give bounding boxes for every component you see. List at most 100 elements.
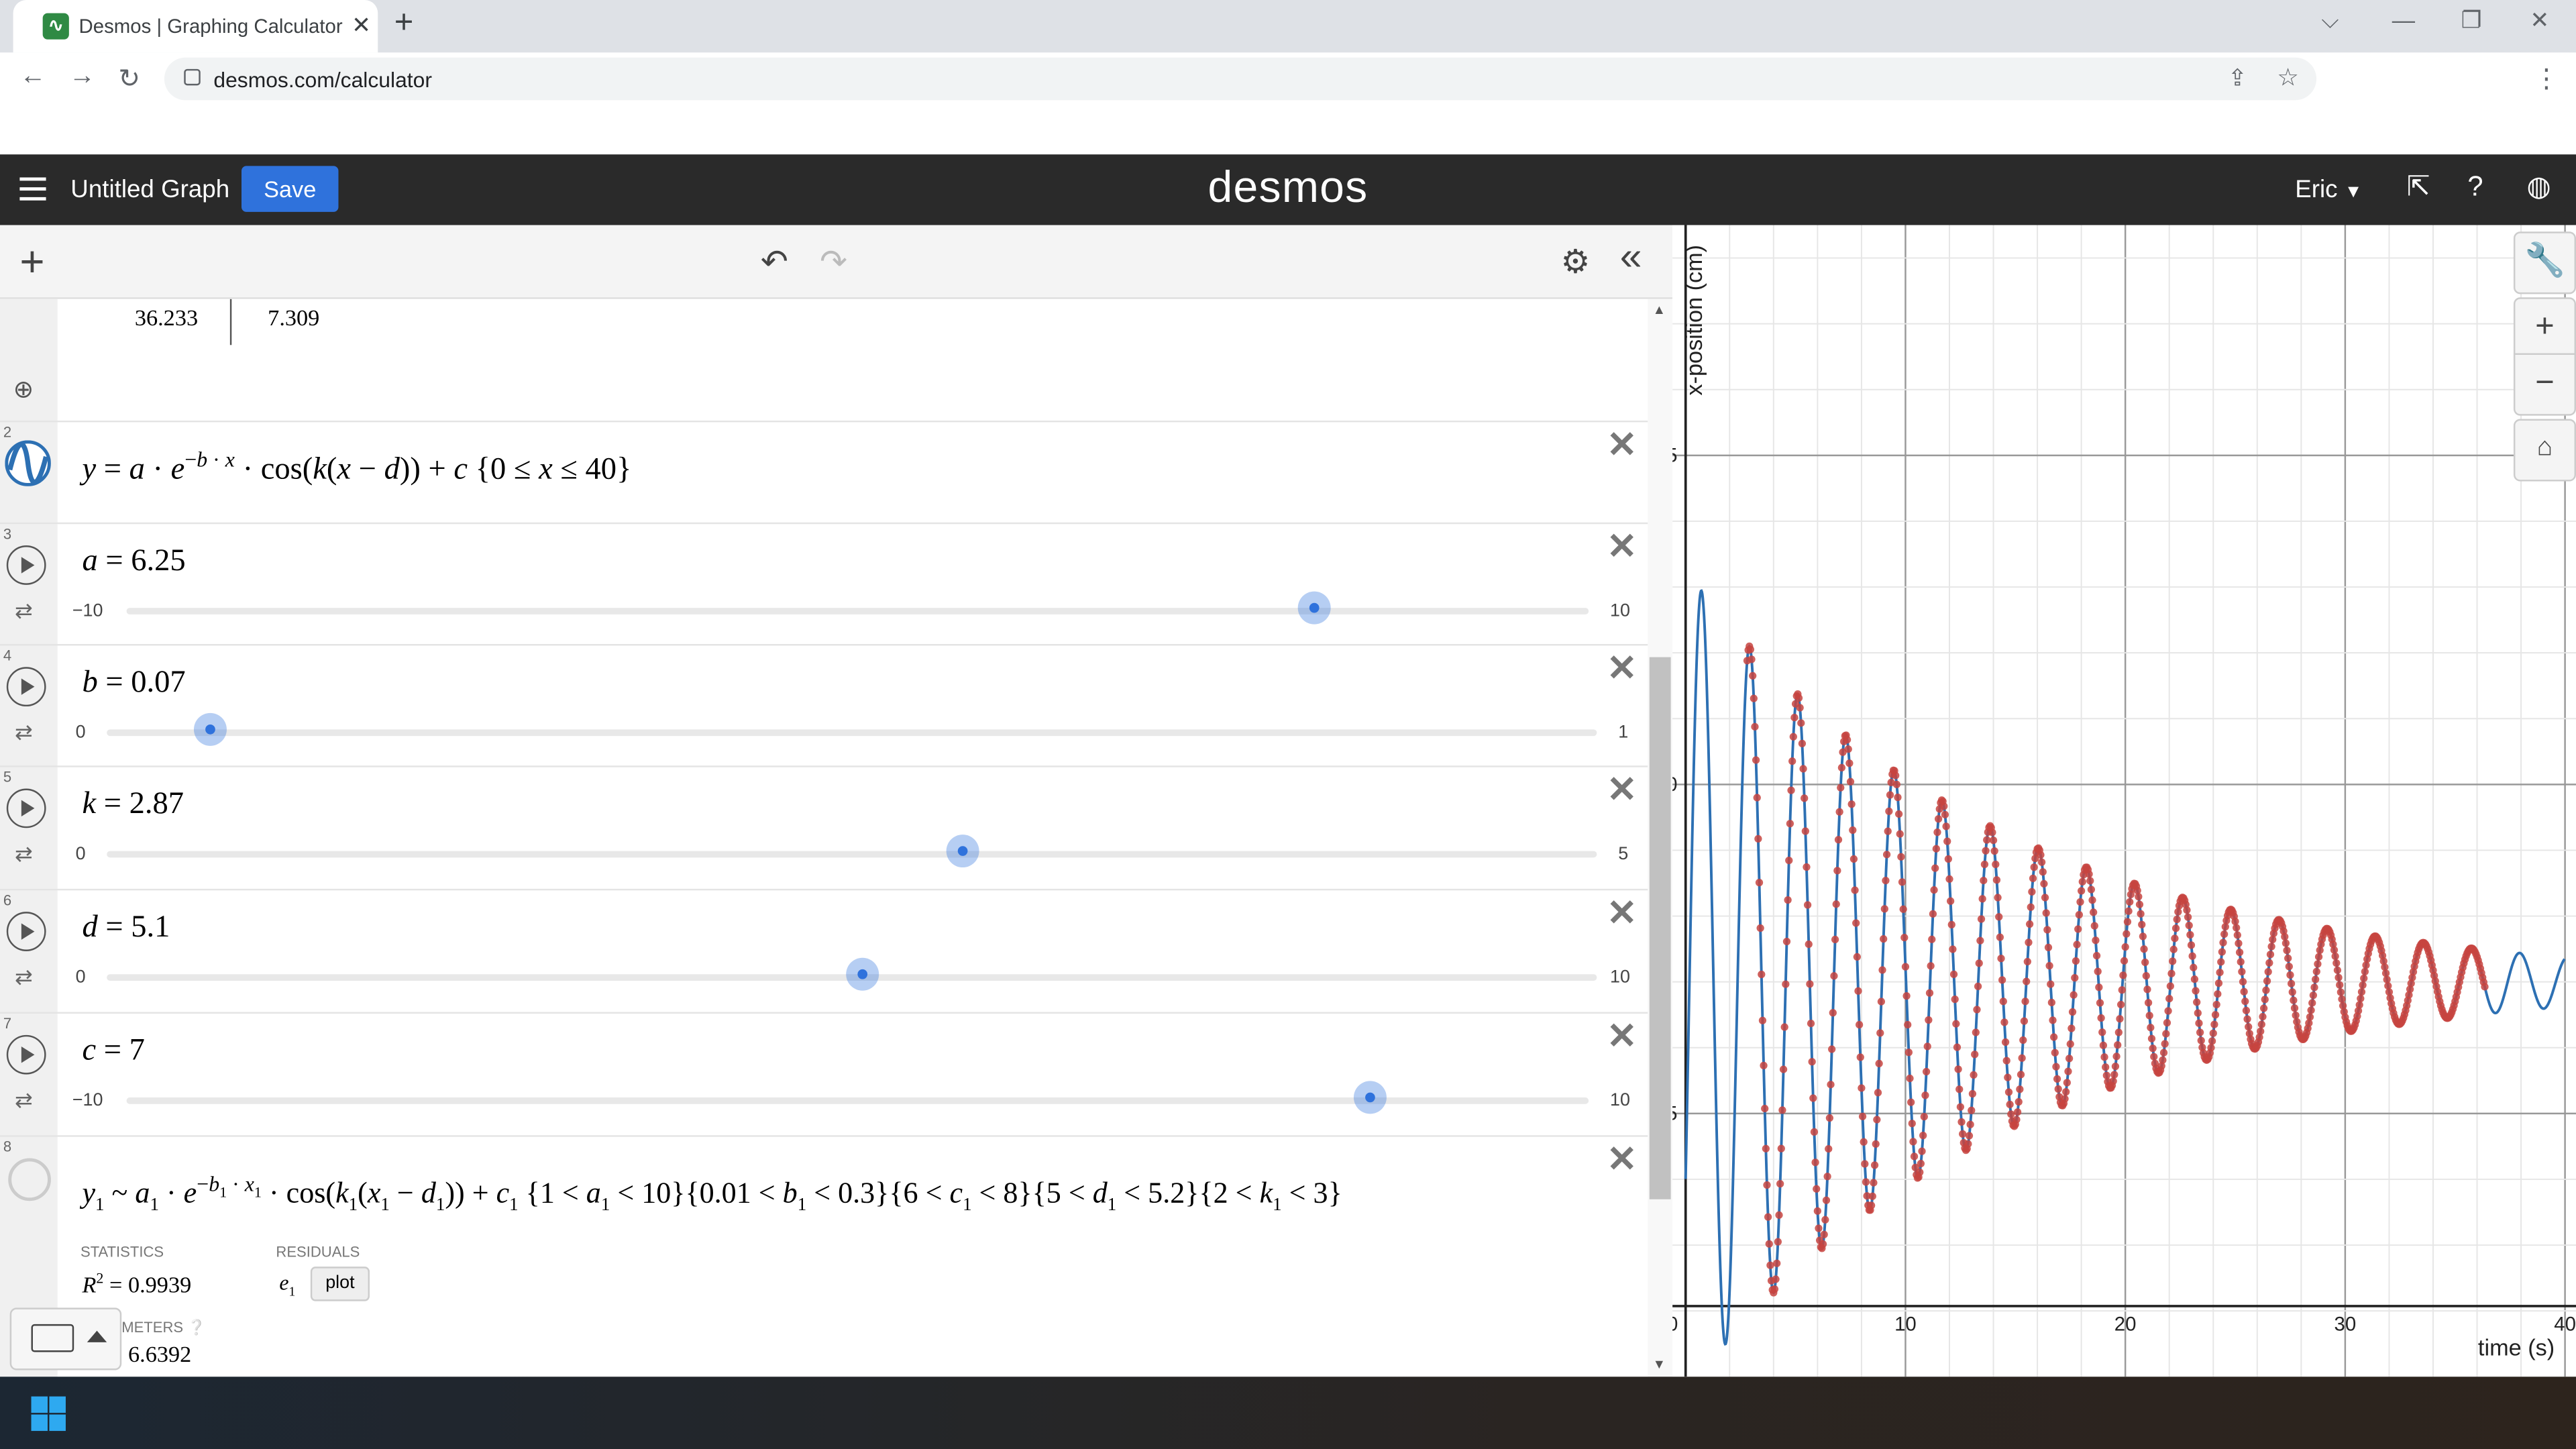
tab-close-icon[interactable]: ✕ xyxy=(352,11,371,40)
hidden-color-icon[interactable] xyxy=(8,1158,51,1201)
slider-max[interactable]: 10 xyxy=(1610,601,1630,621)
slider-min[interactable]: −10 xyxy=(72,601,103,621)
forward-icon[interactable]: → xyxy=(69,62,95,92)
slider-track[interactable] xyxy=(107,851,1597,858)
slider-track[interactable] xyxy=(107,729,1597,737)
data-point xyxy=(1943,837,1951,845)
share-icon[interactable]: ⇪ xyxy=(2228,64,2247,93)
slider-max[interactable]: 5 xyxy=(1618,845,1628,864)
delete-expression-icon[interactable]: ✕ xyxy=(1607,526,1637,569)
new-tab-icon[interactable]: + xyxy=(394,5,414,42)
residual-plot-button[interactable]: plot xyxy=(310,1267,370,1301)
slider-min[interactable]: −10 xyxy=(72,1091,103,1110)
zoom-out-icon[interactable]: − xyxy=(2513,353,2576,416)
slider-row-k[interactable]: 5 ⇄ k = 2.87 0 5 ✕ xyxy=(0,765,1648,891)
slider-min[interactable]: 0 xyxy=(76,967,86,987)
data-point xyxy=(1765,1240,1773,1248)
slider-value[interactable]: 5.1 xyxy=(131,910,170,945)
graph-svg[interactable]: 0 10 20 30 40 5 10 15 time (s) x-position (cm) xyxy=(1672,225,2576,1377)
reload-icon[interactable]: ↻ xyxy=(118,62,140,95)
delete-expression-icon[interactable]: ✕ xyxy=(1607,769,1637,812)
curve-color-icon[interactable] xyxy=(5,440,51,486)
data-point xyxy=(1901,963,1910,971)
expression-row-function[interactable]: 2 y = a · e−b · x · cos(k(x − d)) + c {0… xyxy=(0,421,1648,525)
home-zoom-icon[interactable]: ⌂ xyxy=(2513,419,2576,482)
desmos-logo: desmos xyxy=(1208,162,1368,212)
play-slider-icon[interactable] xyxy=(6,912,46,951)
slider-min[interactable]: 0 xyxy=(76,845,86,864)
play-slider-icon[interactable] xyxy=(6,1034,46,1075)
regression-row[interactable]: 8 y1 ~ a1 · e−b1 · x1 · cos(k1(x1 − d1))… xyxy=(0,1135,1648,1377)
browser-menu-icon[interactable]: ⋮ xyxy=(2533,62,2559,95)
share-graph-icon[interactable]: ⇱ xyxy=(2407,171,2430,204)
slider-handle[interactable] xyxy=(946,835,979,868)
loop-mode-icon[interactable]: ⇄ xyxy=(15,598,33,624)
slider-max[interactable]: 10 xyxy=(1610,1091,1630,1110)
slider-max[interactable]: 1 xyxy=(1618,723,1628,743)
data-point xyxy=(1899,905,1907,913)
slider-value[interactable]: 0.07 xyxy=(131,665,185,700)
scrollbar-thumb[interactable] xyxy=(1649,657,1671,1199)
loop-mode-icon[interactable]: ⇄ xyxy=(15,1087,33,1114)
bookmark-star-icon[interactable]: ☆ xyxy=(2277,62,2299,93)
minimize-icon[interactable]: — xyxy=(2392,7,2415,33)
delete-expression-icon[interactable]: ✕ xyxy=(1607,1138,1637,1181)
tab-search-chevron-icon[interactable]: ⌵ xyxy=(2321,7,2339,35)
loop-mode-icon[interactable]: ⇄ xyxy=(15,965,33,991)
data-point xyxy=(2231,917,2239,926)
slider-row-b[interactable]: 4 ⇄ b = 0.07 0 1 ✕ xyxy=(0,644,1648,767)
back-icon[interactable]: ← xyxy=(19,62,46,92)
slider-row-d[interactable]: 6 ⇄ d = 5.1 0 10 ✕ xyxy=(0,889,1648,1014)
slider-handle[interactable] xyxy=(1297,591,1331,625)
slider-handle[interactable] xyxy=(846,957,879,991)
help-icon[interactable]: ? xyxy=(2467,171,2483,204)
omnibox[interactable]: desmos.com/calculator ⇪ ☆ xyxy=(164,57,2317,101)
graph-paper[interactable]: 0 10 20 30 40 5 10 15 time (s) x-position (cm) xyxy=(1672,225,2576,1377)
slider-value[interactable]: 7 xyxy=(129,1033,145,1067)
redo-icon[interactable]: ↷ xyxy=(820,241,847,282)
browser-tab[interactable]: ∿ Desmos | Graphing Calculator ✕ xyxy=(13,0,378,53)
help-circle-icon[interactable]: ❔ xyxy=(187,1320,205,1336)
language-globe-icon[interactable]: ◍ xyxy=(2527,171,2551,204)
settings-gear-icon[interactable]: ⚙ xyxy=(1561,241,1591,282)
user-menu[interactable]: Eric ▼ xyxy=(2295,176,2362,204)
delete-expression-icon[interactable]: ✕ xyxy=(1607,1015,1637,1058)
undo-icon[interactable]: ↶ xyxy=(761,241,788,282)
scroll-down-icon[interactable]: ▼ xyxy=(1653,1357,1666,1372)
table-expression[interactable]: 36.233 7.309 ⊕ xyxy=(0,299,1648,423)
slider-track[interactable] xyxy=(126,608,1589,614)
slider-max[interactable]: 10 xyxy=(1610,967,1630,987)
delete-expression-icon[interactable]: ✕ xyxy=(1607,647,1637,690)
keyboard-toggle-button[interactable] xyxy=(9,1307,122,1371)
windows-start-icon[interactable] xyxy=(31,1396,66,1432)
loop-mode-icon[interactable]: ⇄ xyxy=(15,841,33,867)
play-slider-icon[interactable] xyxy=(6,788,46,828)
slider-value[interactable]: 6.25 xyxy=(131,544,185,578)
slider-min[interactable]: 0 xyxy=(76,723,86,743)
restore-icon[interactable]: ❐ xyxy=(2461,7,2482,35)
data-point xyxy=(1916,1168,1924,1177)
data-point xyxy=(2164,1007,2172,1015)
play-slider-icon[interactable] xyxy=(6,667,46,707)
collapse-list-icon[interactable]: « xyxy=(1620,235,1642,281)
add-item-icon[interactable]: + xyxy=(19,237,44,288)
loop-mode-icon[interactable]: ⇄ xyxy=(15,720,33,746)
zoom-fit-icon[interactable]: ⊕ xyxy=(13,374,34,405)
slider-handle[interactable] xyxy=(193,712,227,746)
slider-row-a[interactable]: 3 ⇄ a = 6.25 −10 10 ✕ xyxy=(0,523,1648,646)
regression-latex[interactable]: y1 ~ a1 · e−b1 · x1 · cos(k1(x1 − d1)) +… xyxy=(82,1171,1342,1215)
zoom-in-icon[interactable]: + xyxy=(2513,297,2576,360)
delete-expression-icon[interactable]: ✕ xyxy=(1607,892,1637,935)
slider-row-c[interactable]: 7 ⇄ c = 7 −10 10 ✕ xyxy=(0,1012,1648,1137)
window-close-icon[interactable]: ✕ xyxy=(2530,7,2549,35)
data-point xyxy=(2211,1011,2220,1019)
scroll-up-icon[interactable]: ▲ xyxy=(1653,303,1666,317)
slider-value[interactable]: 2.87 xyxy=(129,787,184,821)
delete-expression-icon[interactable]: ✕ xyxy=(1607,424,1637,467)
slider-handle[interactable] xyxy=(1353,1081,1387,1114)
table-cell-x[interactable]: 36.233 xyxy=(135,307,198,333)
play-slider-icon[interactable] xyxy=(6,545,46,585)
graph-settings-wrench-icon[interactable]: 🔧 xyxy=(2513,231,2576,294)
table-cell-y[interactable]: 7.309 xyxy=(268,307,319,333)
function-latex[interactable]: y = a · e−b · x · cos(k(x − d)) + c {0 ≤… xyxy=(82,447,631,488)
